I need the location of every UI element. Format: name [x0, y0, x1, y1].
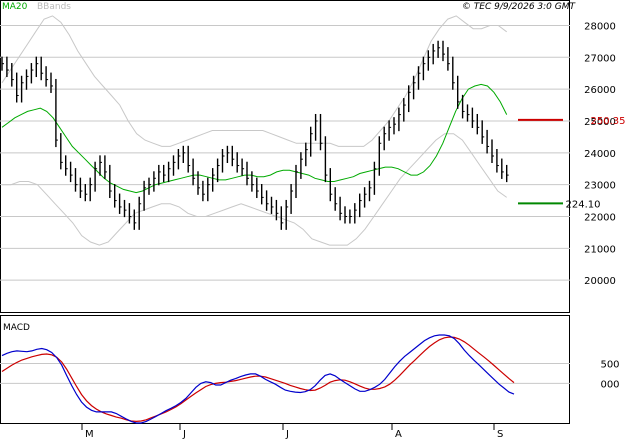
macd-line — [1, 334, 515, 424]
macd-signal-line — [1, 336, 515, 423]
ma20-legend: MA20 — [2, 2, 28, 12]
bb-upper-line — [1, 15, 508, 147]
price-tick-label: 28000 — [584, 21, 616, 32]
price-levels: 250.35 224.10 — [518, 116, 626, 210]
macd-y-axis: 000 500 — [600, 360, 619, 391]
price-tick-label: 21000 — [584, 244, 616, 255]
price-tick-label: 26000 — [584, 85, 616, 96]
bollinger-bands — [1, 15, 508, 246]
ma20-line — [1, 83, 508, 194]
bbands-legend: BBands — [37, 2, 71, 12]
copyright-timestamp: © TEC 9/9/2026 3:0 GMT — [462, 2, 577, 12]
stock-chart: 2000021000220002300024000250002600027000… — [0, 0, 626, 440]
x-tick-label: J — [285, 429, 289, 440]
macd-title: MACD — [3, 323, 30, 333]
x-tick-label: J — [182, 429, 186, 440]
macd-tick-label: 000 — [600, 379, 619, 390]
price-bars — [1, 40, 509, 230]
macd-grid — [0, 363, 570, 384]
x-tick-label: M — [85, 429, 94, 440]
price-y-axis: 2000021000220002300024000250002600027000… — [584, 21, 616, 287]
support-label: 224.10 — [566, 199, 601, 210]
macd-tick-label: 500 — [600, 360, 619, 371]
resistance-label: 250.35 — [591, 116, 626, 127]
price-tick-label: 27000 — [584, 53, 616, 64]
bb-lower-line — [2, 133, 507, 246]
macd-lines — [1, 334, 515, 424]
price-panel-frame — [0, 0, 570, 313]
ma20-line-group — [1, 83, 508, 194]
x-axis: MJJAS — [81, 424, 503, 440]
x-tick-label: A — [395, 429, 402, 440]
price-tick-label: 24000 — [584, 149, 616, 160]
x-tick-label: S — [497, 429, 503, 440]
price-tick-label: 23000 — [584, 181, 616, 192]
price-tick-label: 22000 — [584, 212, 616, 223]
price-tick-label: 20000 — [584, 276, 616, 287]
